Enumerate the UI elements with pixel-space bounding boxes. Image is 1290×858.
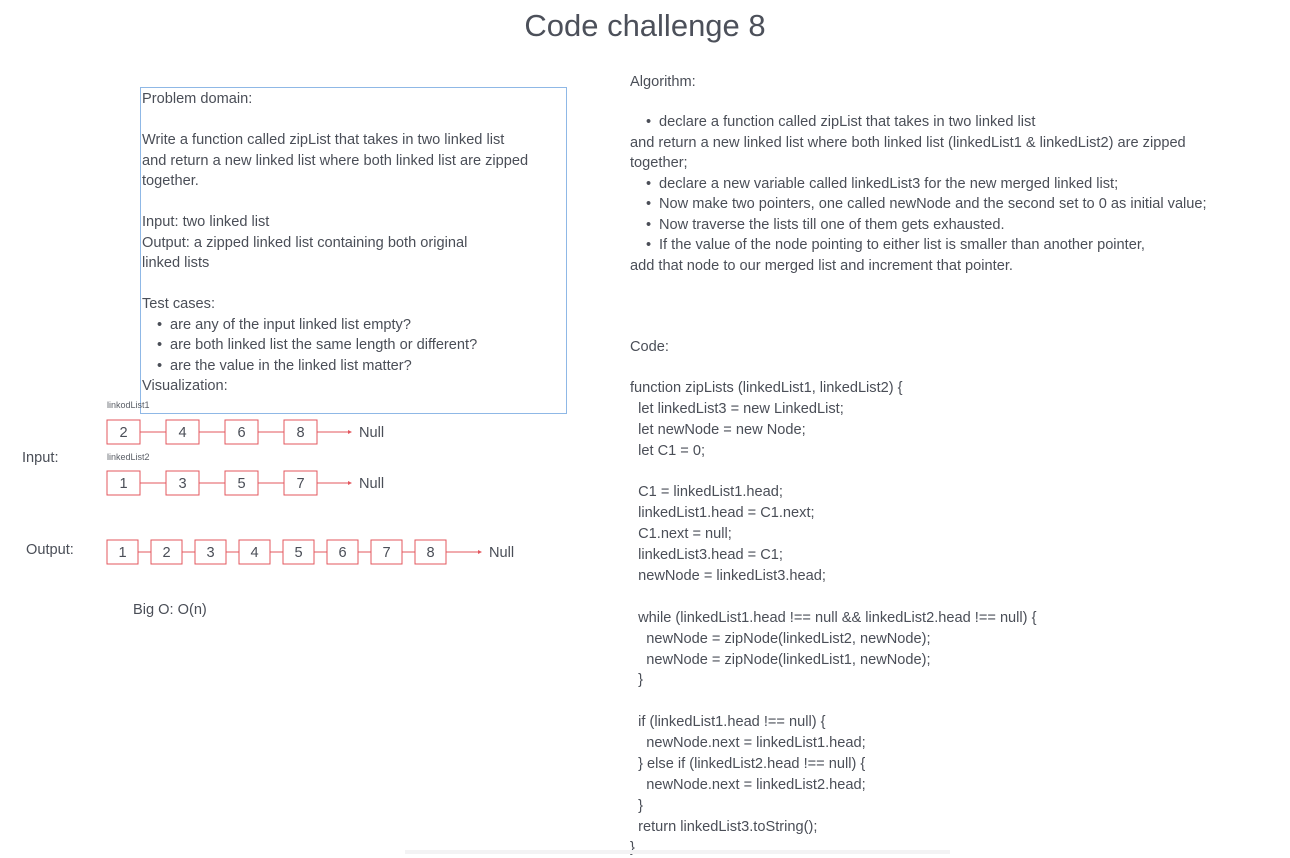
algorithm-step: declare a new variable called linkedList…: [646, 174, 1207, 195]
input-list-2: 1 3 5 7 Null: [106, 470, 384, 496]
code-line: newNode = zipNode(linkedList1, newNode);: [630, 651, 931, 668]
code-line: newNode = zipNode(linkedList2, newNode);: [630, 630, 931, 647]
algorithm-step: If the value of the node pointing to eit…: [646, 235, 1207, 256]
list-node-value: 7: [296, 476, 304, 492]
null-label: Null: [359, 476, 384, 492]
list-node-value: 4: [178, 425, 186, 441]
code-block: function zipLists (linkedList1, linkedLi…: [630, 378, 1036, 858]
code-line: linkedList1.head = C1.next;: [630, 505, 815, 522]
list-node-value: 8: [296, 425, 304, 441]
algorithm-section: declare a function called zipList that t…: [630, 112, 1207, 276]
list-node-value: 6: [338, 545, 346, 561]
null-label: Null: [489, 545, 514, 561]
list-node-value: 2: [162, 545, 170, 561]
list-node-value: 7: [382, 545, 390, 561]
list-node-value: 1: [119, 476, 127, 492]
list-node-value: 3: [206, 545, 214, 561]
code-line: newNode.next = linkedList2.head;: [630, 776, 866, 793]
code-line: C1.next = null;: [630, 526, 732, 543]
null-label: Null: [359, 425, 384, 441]
algorithm-step-cont: together;: [630, 155, 688, 171]
list-node-value: 5: [237, 476, 245, 492]
code-line: } else if (linkedList2.head !== null) {: [630, 756, 866, 773]
code-line: }: [630, 797, 643, 814]
linked-list-diagram: 2 4 6 8 Null 1 3 5 7 Null 1 2 3 4 5 6 7 8 Null: [106, 419, 514, 565]
bottom-scroll-strip: [405, 850, 950, 854]
code-line: C1 = linkedList1.head;: [630, 484, 783, 501]
code-line: function zipLists (linkedList1, linkedLi…: [630, 380, 903, 396]
code-line: return linkedList3.toString();: [630, 818, 818, 835]
algorithm-step-cont: add that node to our merged list and inc…: [630, 257, 1013, 274]
code-line: if (linkedList1.head !== null) {: [630, 714, 826, 731]
code-line: }: [630, 839, 635, 856]
code-line: newNode.next = linkedList1.head;: [630, 735, 866, 752]
algorithm-step-cont: and return a new linked list where both …: [630, 134, 1186, 151]
code-line: newNode = linkedList3.head;: [630, 568, 826, 585]
list-node-value: 2: [119, 425, 127, 441]
list-node-value: 5: [294, 545, 302, 561]
output-list: 1 2 3 4 5 6 7 8 Null: [106, 539, 514, 565]
list-node-value: 6: [237, 425, 245, 441]
algorithm-heading: Algorithm:: [630, 74, 696, 90]
input-list-1: 2 4 6 8 Null: [106, 419, 384, 445]
code-line: while (linkedList1.head !== null && link…: [630, 609, 1037, 626]
code-line: let linkedList3 = new LinkedList;: [630, 400, 844, 417]
code-line: let newNode = new Node;: [630, 421, 806, 438]
big-o-label: Big O: O(n): [133, 602, 207, 618]
list-node-value: 3: [178, 476, 186, 492]
list-node-value: 8: [426, 545, 434, 561]
code-line: linkedList3.head = C1;: [630, 547, 783, 564]
algorithm-step: Now make two pointers, one called newNod…: [646, 194, 1207, 215]
list-node-value: 4: [250, 545, 258, 561]
code-line: let C1 = 0;: [630, 442, 706, 459]
code-line: }: [630, 672, 643, 689]
algorithm-step: declare a function called zipList that t…: [646, 112, 1207, 133]
code-heading: Code:: [630, 339, 669, 355]
algorithm-step: Now traverse the lists till one of them …: [646, 215, 1207, 236]
list-node-value: 1: [118, 545, 126, 561]
